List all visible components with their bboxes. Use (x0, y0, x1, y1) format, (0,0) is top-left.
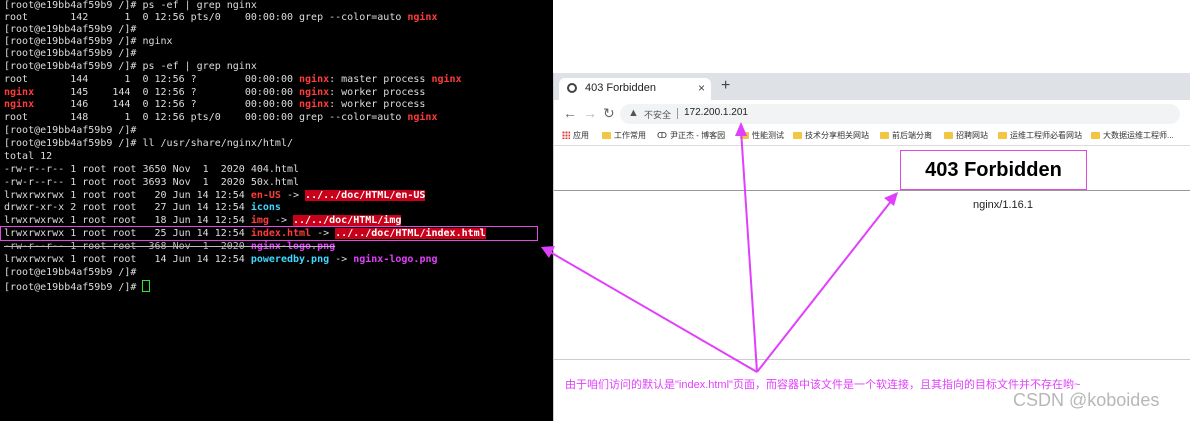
arrowhead (541, 246, 555, 258)
arrow-to-symlink (549, 251, 758, 373)
annotation-arrows (541, 122, 898, 373)
annotation-note: 由于咱们访问的默认是"index.html"页面，而容器中该文件是一个软连接，且… (565, 379, 1081, 391)
watermark: CSDN @koboides (1013, 390, 1160, 410)
arrowhead (884, 192, 898, 206)
arrowhead (735, 122, 747, 136)
arrow-to-heading (756, 199, 893, 373)
arrow-to-url (740, 129, 758, 373)
